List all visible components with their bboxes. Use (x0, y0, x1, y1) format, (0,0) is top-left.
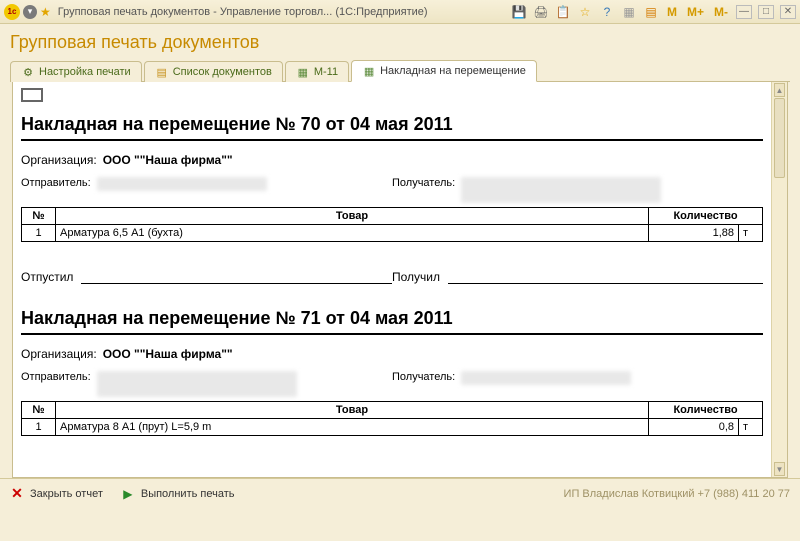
print-label: Выполнить печать (141, 488, 235, 500)
memory-mminus-button[interactable]: M- (712, 5, 730, 19)
cell-qty: 1,88 (649, 225, 739, 242)
close-button[interactable]: ✕ (780, 5, 796, 19)
tab-label: Список документов (173, 66, 272, 78)
sender-label: Отправитель: (21, 371, 97, 383)
scroll-up-button[interactable]: ▲ (774, 83, 785, 97)
org-label: Организация: (21, 347, 103, 361)
col-number: № (22, 402, 56, 419)
goods-table: № Товар Количество 1 Арматура 6,5 А1 (бу… (21, 207, 763, 242)
tab-label: М-11 (314, 66, 338, 78)
org-value: ООО ""Наша фирма"" (103, 153, 233, 167)
list-icon: ▤ (155, 65, 169, 79)
close-report-button[interactable]: ✕ Закрыть отчет (10, 487, 103, 501)
tab-label: Накладная на перемещение (380, 65, 526, 77)
vendor-credit: ИП Владислав Котвицкий +7 (988) 411 20 7… (564, 488, 790, 500)
cell-goods: Арматура 8 А1 (прут) L=5,9 m (56, 419, 649, 436)
sender-label: Отправитель: (21, 177, 97, 189)
tab-transfer-invoice[interactable]: ▦ Накладная на перемещение (351, 60, 537, 82)
org-value: ООО ""Наша фирма"" (103, 347, 233, 361)
col-goods: Товар (56, 208, 649, 225)
calculator-icon[interactable]: ▦ (621, 4, 637, 20)
receiver-value-redacted (461, 371, 631, 385)
memory-mplus-button[interactable]: M+ (685, 5, 706, 19)
favorite-star-icon[interactable]: ★ (40, 5, 51, 19)
table-header-row: № Товар Количество (22, 208, 763, 225)
cell-number: 1 (22, 225, 56, 242)
document-area: Накладная на перемещение № 70 от 04 мая … (12, 82, 788, 478)
dropdown-arrow-icon[interactable]: ▾ (23, 5, 37, 19)
spreadsheet-icon: ▦ (296, 65, 310, 79)
table-header-row: № Товар Количество (22, 402, 763, 419)
close-label: Закрыть отчет (30, 488, 103, 500)
sign-out-label: Отпустил (21, 270, 73, 284)
save-icon[interactable]: 💾 (511, 4, 527, 20)
cell-goods: Арматура 6,5 А1 (бухта) (56, 225, 649, 242)
col-goods: Товар (56, 402, 649, 419)
memory-m-button[interactable]: M (665, 5, 679, 19)
invoice-title: Накладная на перемещение № 71 от 04 мая … (21, 302, 763, 335)
cell-unit: т (739, 419, 763, 436)
maximize-button[interactable]: □ (758, 5, 774, 19)
cell-qty: 0,8 (649, 419, 739, 436)
receiver-label: Получатель: (392, 371, 461, 383)
star-icon[interactable]: ☆ (577, 4, 593, 20)
page-title: Групповая печать документов (10, 32, 790, 53)
play-icon: ▶ (121, 487, 135, 501)
window-title: Групповая печать документов - Управление… (58, 6, 428, 18)
cell-unit: т (739, 225, 763, 242)
sign-in-line (448, 270, 763, 284)
tab-label: Настройка печати (39, 66, 131, 78)
scroll-thumb[interactable] (774, 98, 785, 178)
col-number: № (22, 208, 56, 225)
titlebar: 1c ▾ ★ Групповая печать документов - Упр… (0, 0, 800, 24)
table-row: 1 Арматура 6,5 А1 (бухта) 1,88 т (22, 225, 763, 242)
col-quantity: Количество (649, 208, 763, 225)
tabs-row: ⚙ Настройка печати ▤ Список документов ▦… (10, 59, 790, 82)
minimize-button[interactable]: — (736, 5, 752, 19)
bottom-bar: ✕ Закрыть отчет ▶ Выполнить печать ИП Вл… (0, 478, 800, 508)
receiver-value-redacted (461, 177, 661, 203)
sign-in-label: Получил (392, 270, 440, 284)
sign-out-line (81, 270, 392, 284)
scroll-down-button[interactable]: ▼ (774, 462, 785, 476)
execute-print-button[interactable]: ▶ Выполнить печать (121, 487, 235, 501)
receiver-label: Получатель: (392, 177, 461, 189)
app-icon-1c: 1c (4, 4, 20, 20)
goods-table: № Товар Количество 1 Арматура 8 А1 (прут… (21, 401, 763, 436)
invoice-title: Накладная на перемещение № 70 от 04 мая … (21, 108, 763, 141)
gear-icon: ⚙ (21, 65, 35, 79)
sender-value-redacted (97, 371, 297, 397)
sender-value-redacted (97, 177, 267, 191)
tab-print-settings[interactable]: ⚙ Настройка печати (10, 61, 142, 82)
vertical-scrollbar[interactable]: ▲ ▼ (771, 82, 787, 477)
spreadsheet-icon: ▦ (362, 64, 376, 78)
tab-m11[interactable]: ▦ М-11 (285, 61, 349, 82)
cell-number: 1 (22, 419, 56, 436)
col-quantity: Количество (649, 402, 763, 419)
clipboard-icon[interactable]: 📋 (555, 4, 571, 20)
help-icon[interactable]: ? (599, 4, 615, 20)
document-content: Накладная на перемещение № 70 от 04 мая … (13, 82, 771, 477)
print-icon[interactable]: 🖨 (533, 4, 549, 20)
org-label: Организация: (21, 153, 103, 167)
table-row: 1 Арматура 8 А1 (прут) L=5,9 m 0,8 т (22, 419, 763, 436)
selection-marker (21, 88, 43, 102)
calendar-icon[interactable]: ▤ (643, 4, 659, 20)
tab-document-list[interactable]: ▤ Список документов (144, 61, 283, 82)
close-icon: ✕ (10, 487, 24, 501)
